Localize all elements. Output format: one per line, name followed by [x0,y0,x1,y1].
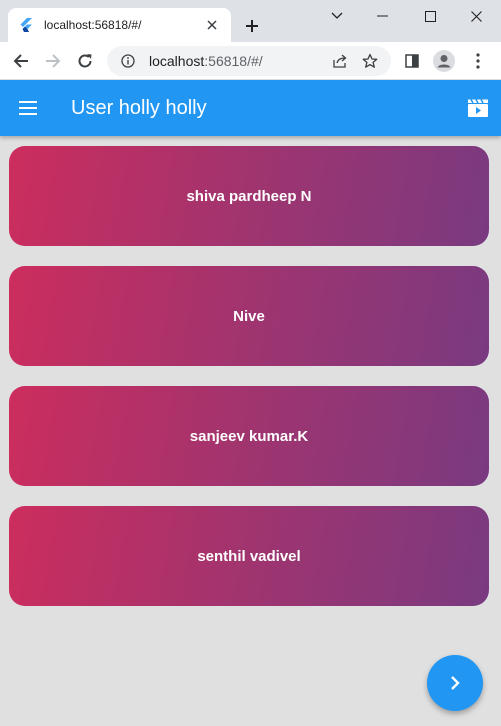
close-window-icon[interactable] [453,0,499,32]
browser-toolbar: localhost:56818/#/ [0,42,501,80]
next-fab-button[interactable] [427,655,483,711]
profile-avatar-icon[interactable] [430,47,458,75]
flutter-favicon-icon [18,17,34,33]
hamburger-menu-icon[interactable] [14,94,42,122]
side-panel-icon[interactable] [398,47,426,75]
user-name: shiva pardheep N [186,187,312,205]
user-card[interactable]: senthil vadivel [9,506,489,606]
minimize-icon[interactable] [360,0,406,32]
share-icon[interactable] [329,50,351,72]
user-name: sanjeev kumar.K [189,427,309,445]
site-info-icon[interactable] [117,50,139,72]
bookmark-star-icon[interactable] [359,50,381,72]
url-path: :56818/#/ [204,53,263,69]
forward-arrow-icon[interactable] [39,47,67,75]
chevron-right-icon [449,676,461,690]
maximize-icon[interactable] [407,0,453,32]
address-bar[interactable]: localhost:56818/#/ [107,46,391,76]
page-title: User holly holly [71,97,207,119]
movie-clapperboard-icon[interactable] [466,96,490,120]
back-arrow-icon[interactable] [7,47,35,75]
user-card[interactable]: sanjeev kumar.K [9,386,489,486]
browser-menu-icon[interactable] [464,47,492,75]
new-tab-button[interactable] [238,12,266,40]
app-bar: User holly holly [0,80,501,136]
reload-icon[interactable] [71,47,99,75]
app-viewport: User holly holly shiva pardheep N Nive s… [0,80,501,726]
tab-title: localhost:56818/#/ [44,18,142,32]
browser-titlebar: localhost:56818/#/ [0,0,501,42]
tab-search-chevron-icon[interactable] [314,0,360,32]
browser-tab[interactable]: localhost:56818/#/ [8,8,231,42]
user-name: senthil vadivel [197,547,301,565]
user-card[interactable]: Nive [9,266,489,366]
close-tab-icon[interactable] [203,16,221,34]
user-name: Nive [233,307,265,325]
user-card[interactable]: shiva pardheep N [9,146,489,246]
url-host: localhost [149,53,205,69]
url-text: localhost:56818/#/ [149,53,329,69]
